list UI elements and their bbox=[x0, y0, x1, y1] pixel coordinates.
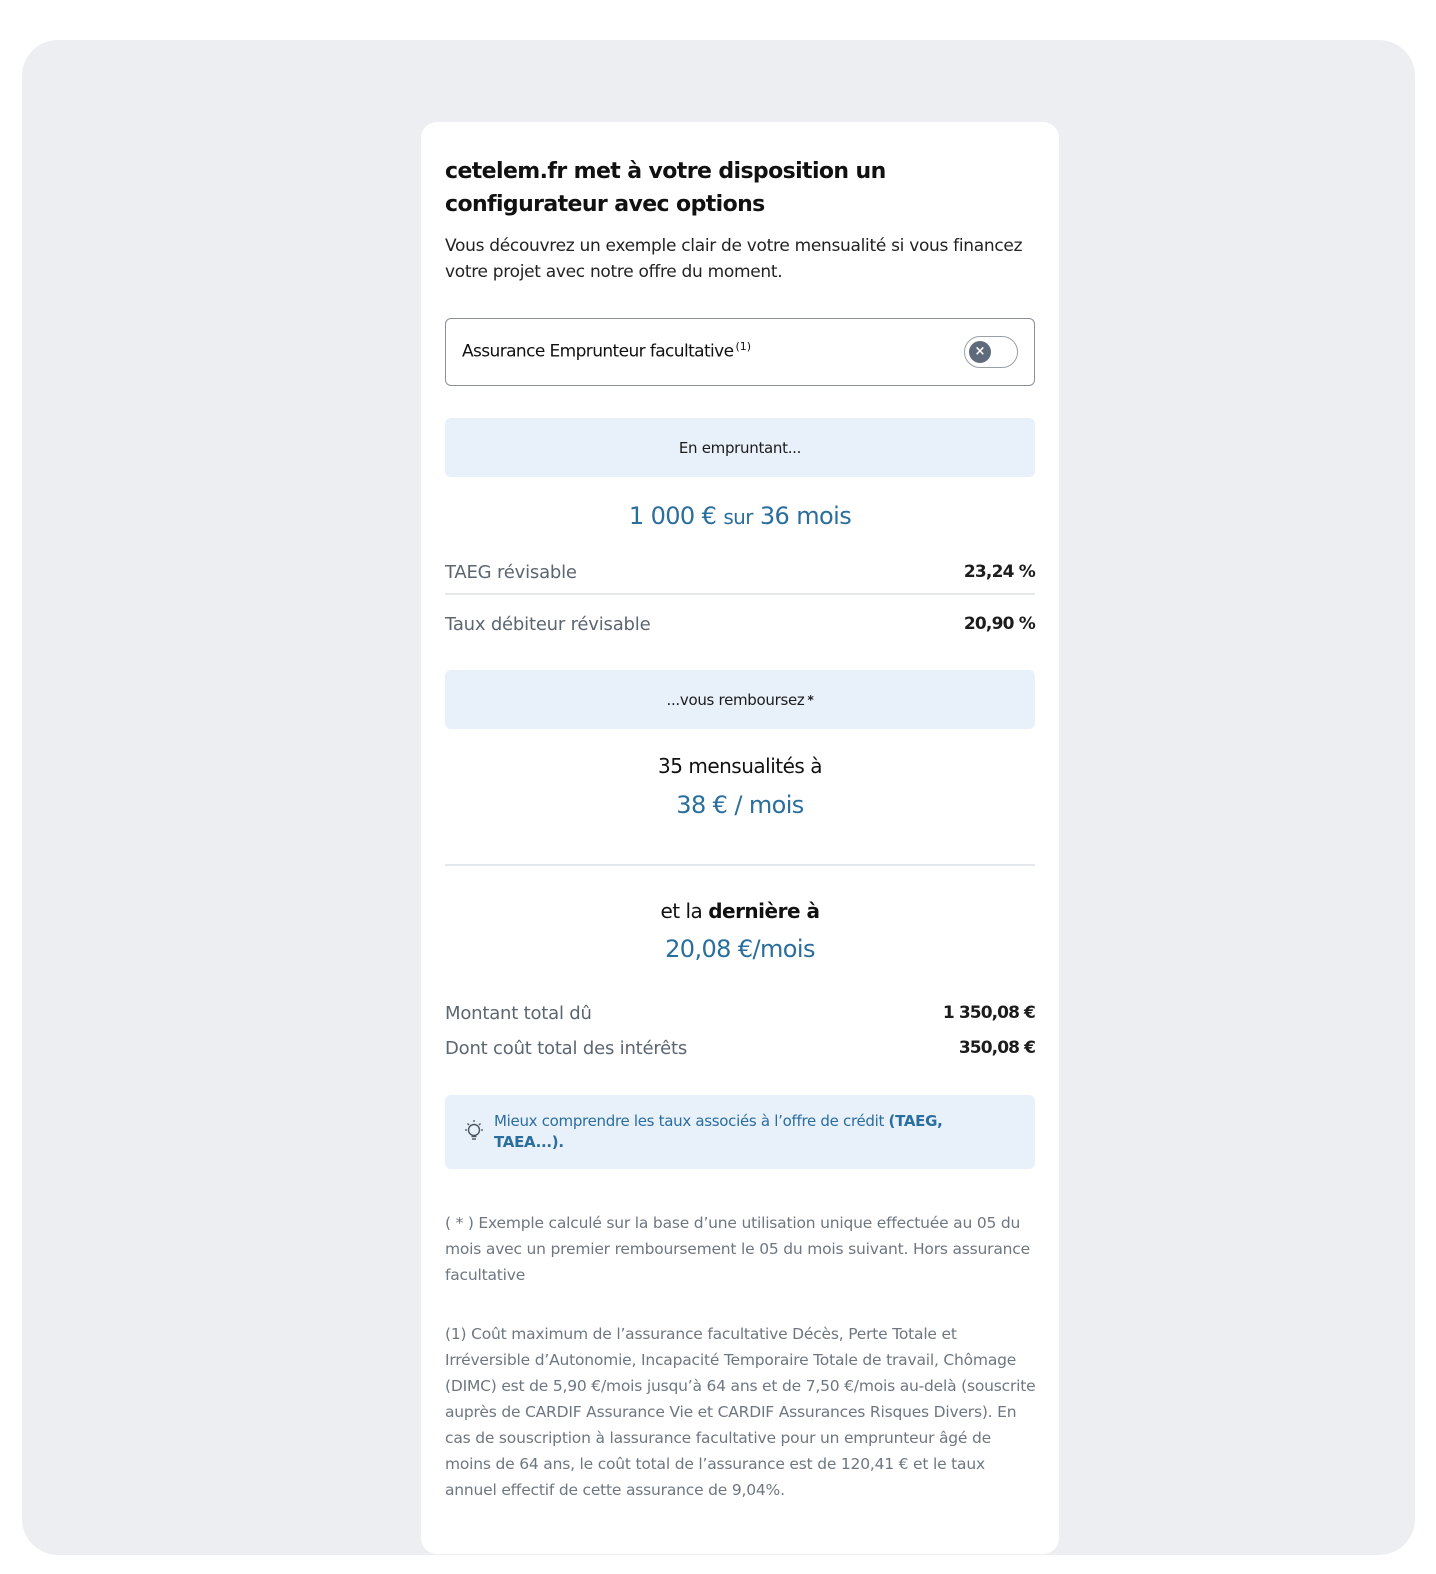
rates-info-link[interactable]: Mieux comprendre les taux associés à l’o… bbox=[445, 1095, 1035, 1169]
last-installment-bold: dernière à bbox=[708, 899, 820, 923]
card-intro: Vous découvrez un exemple clair de votre… bbox=[445, 236, 1023, 282]
divider bbox=[445, 864, 1035, 866]
loan-configurator-card: cetelem.fr met à votre disposition un co… bbox=[421, 122, 1059, 1554]
repay-band-label: ...vous remboursez bbox=[666, 690, 805, 709]
repay-band-marker: * bbox=[807, 692, 814, 707]
rate-row-taeg: TAEG révisable 23,24 % bbox=[445, 557, 1036, 587]
lightbulb-icon bbox=[465, 1120, 483, 1140]
borrow-band-label: En empruntant... bbox=[678, 438, 802, 457]
footnote-example: ( * ) Exemple calculé sur la base d’une … bbox=[445, 1214, 1030, 1284]
total-row-amount-due: Montant total dû 1 350,08 € bbox=[445, 999, 1036, 1027]
insurance-label: Assurance Emprunteur facultative (1) bbox=[462, 340, 751, 362]
loan-amount: 1 000 € bbox=[628, 502, 717, 530]
insurance-option[interactable]: Assurance Emprunteur facultative (1) × bbox=[445, 318, 1035, 386]
loan-connector: sur bbox=[723, 505, 753, 529]
loan-summary: 1 000 € sur 36 mois bbox=[445, 502, 1035, 530]
rate-value: 23,24 % bbox=[963, 562, 1036, 582]
total-value: 350,08 € bbox=[958, 1038, 1036, 1058]
last-installment-label: et la dernière à bbox=[445, 899, 1035, 923]
rate-label: TAEG révisable bbox=[445, 561, 577, 583]
card-title: cetelem.fr met à votre disposition un co… bbox=[445, 159, 886, 217]
rates-info-text[interactable]: Mieux comprendre les taux associés à l’o… bbox=[494, 1111, 994, 1153]
repay-band: ...vous remboursez * bbox=[445, 670, 1035, 729]
footnote-insurance: (1) Coût maximum de l’assurance facultat… bbox=[445, 1325, 1036, 1499]
rate-row-debiteur: Taux débiteur révisable 20,90 % bbox=[445, 609, 1036, 639]
insurance-label-text: Assurance Emprunteur facultative bbox=[462, 341, 734, 362]
rate-label: Taux débiteur révisable bbox=[445, 613, 651, 635]
total-label: Dont coût total des intérêts bbox=[445, 1037, 688, 1059]
insurance-note-marker: (1) bbox=[735, 340, 752, 353]
last-installment-amount: 20,08 €/mois bbox=[665, 935, 815, 963]
total-label: Montant total dû bbox=[445, 1002, 592, 1024]
insurance-toggle-switch[interactable]: × bbox=[964, 336, 1018, 368]
last-installment-prefix: et la bbox=[660, 899, 703, 923]
total-value: 1 350,08 € bbox=[942, 1003, 1036, 1023]
divider bbox=[445, 593, 1035, 595]
installments-count: 35 mensualités à bbox=[658, 754, 822, 778]
rates-info-text-main: Mieux comprendre les taux associés à l’o… bbox=[494, 1112, 885, 1130]
borrow-band: En empruntant... bbox=[445, 418, 1035, 477]
installments-amount: 38 € / mois bbox=[676, 791, 804, 819]
loan-duration: 36 mois bbox=[759, 502, 852, 530]
total-row-interest: Dont coût total des intérêts 350,08 € bbox=[445, 1034, 1036, 1062]
close-icon: × bbox=[969, 341, 991, 363]
rate-value: 20,90 % bbox=[963, 614, 1036, 634]
page-background: cetelem.fr met à votre disposition un co… bbox=[22, 40, 1415, 1555]
